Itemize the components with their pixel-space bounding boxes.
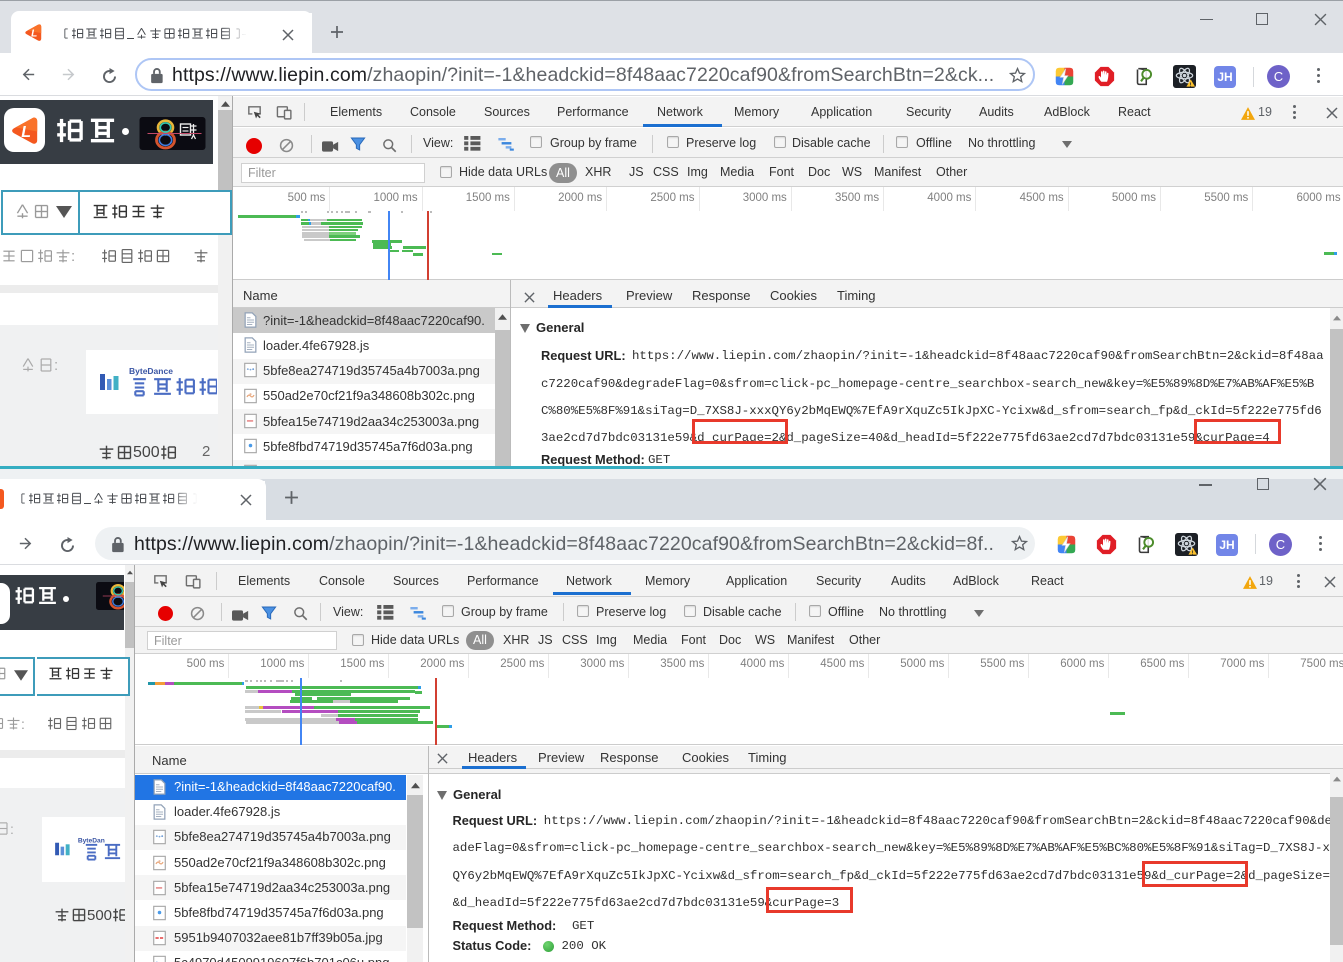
svg-text:L: L xyxy=(31,29,37,40)
svg-text:ByteDance: ByteDance xyxy=(129,366,173,376)
svg-text:!: ! xyxy=(1192,550,1194,556)
svg-text:!: ! xyxy=(1190,82,1192,88)
svg-text:L: L xyxy=(21,124,31,141)
